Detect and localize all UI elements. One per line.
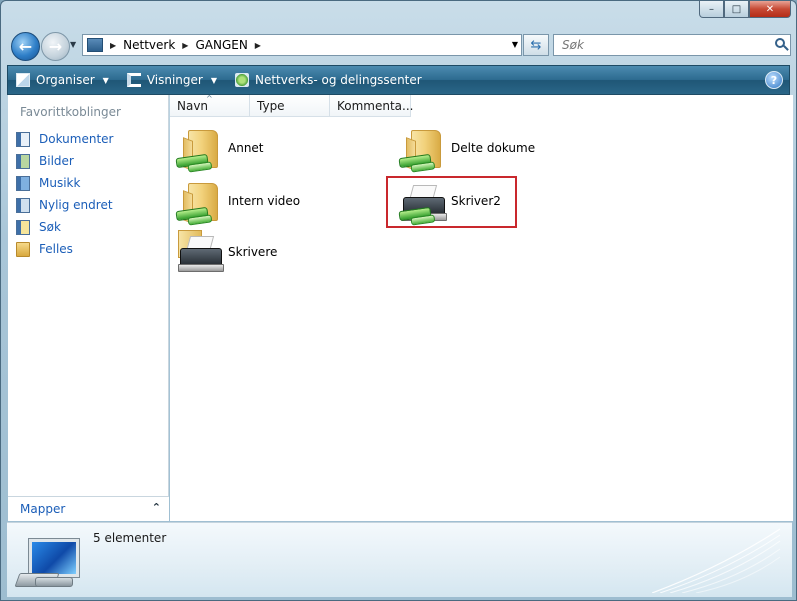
nav-item-label: Bilder [39, 154, 74, 168]
organize-label: Organiser [36, 73, 95, 87]
breadcrumb-separator-icon[interactable]: ▶ [110, 41, 116, 50]
dropdown-caret-icon: ▼ [210, 75, 217, 85]
navigation-pane: Favorittkoblinger Dokumenter Bilder Musi… [8, 95, 169, 521]
column-headers: ^ Navn Type Kommenta... [170, 94, 414, 117]
item-label: Delte dokume [451, 141, 536, 155]
column-header-name[interactable]: ^ Navn [170, 94, 250, 117]
list-item[interactable]: Skrivere [174, 226, 277, 278]
favorite-links-list: Dokumenter Bilder Musikk Nylig endret Sø… [16, 128, 113, 260]
column-header-comment[interactable]: Kommenta... [330, 95, 414, 117]
breadcrumb-separator-icon[interactable]: ▶ [182, 41, 188, 50]
nav-item-public[interactable]: Felles [16, 238, 113, 260]
network-center-button[interactable]: Nettverks- og delingssenter [227, 66, 432, 94]
shared-folder-icon [174, 124, 222, 172]
navigation-row: ← → ▼ ▶ Nettverk ▶ GANGEN ▶ ▼ ⇆ [9, 29, 791, 63]
item-count: 5 elementer [93, 531, 167, 545]
refresh-button[interactable]: ⇆ [523, 34, 549, 56]
printers-folder-icon [174, 228, 224, 276]
nav-item-label: Dokumenter [39, 132, 114, 146]
column-header-label: Navn [177, 98, 209, 113]
search-icon[interactable] [775, 38, 785, 48]
close-button[interactable]: ✕ [749, 1, 791, 18]
nav-item-label: Musikk [39, 176, 81, 190]
nav-item-searches[interactable]: Søk [16, 216, 113, 238]
recently-changed-icon [16, 197, 30, 213]
shared-folder-icon [397, 124, 445, 172]
nav-item-documents[interactable]: Dokumenter [16, 128, 113, 150]
forward-button[interactable]: → [41, 32, 70, 61]
searches-icon [16, 219, 30, 235]
dropdown-caret-icon: ▼ [102, 75, 109, 85]
breadcrumb-nettverk[interactable]: Nettverk [123, 38, 175, 52]
network-sharing-center-icon [234, 73, 249, 87]
file-list: ^ Navn Type Kommenta... Annet Delte doku… [170, 94, 793, 521]
network-center-label: Nettverks- og delingssenter [254, 73, 422, 87]
views-icon [126, 73, 141, 87]
network-location-icon [87, 38, 103, 52]
list-item-selected[interactable]: Skriver2 [397, 175, 501, 227]
organize-button[interactable]: Organiser ▼ [8, 66, 119, 94]
public-folder-icon [16, 241, 30, 257]
views-button[interactable]: Visninger ▼ [119, 66, 227, 94]
shared-folder-icon [174, 177, 222, 225]
maximize-button[interactable]: □ [724, 1, 749, 18]
documents-icon [16, 131, 30, 147]
forward-arrow-icon: → [48, 37, 63, 56]
chevron-up-icon: ⌃ [151, 501, 161, 514]
folders-label: Mapper [20, 502, 66, 516]
nav-item-pictures[interactable]: Bilder [16, 150, 113, 172]
address-bar[interactable]: ▶ Nettverk ▶ GANGEN ▶ ▼ [82, 34, 522, 56]
nav-item-recently-changed[interactable]: Nylig endret [16, 194, 113, 216]
list-item[interactable]: Delte dokume [397, 122, 535, 174]
search-input[interactable] [560, 37, 764, 53]
column-header-label: Type [257, 98, 285, 113]
back-arrow-icon: ← [18, 37, 33, 56]
help-button[interactable]: ? [765, 71, 783, 89]
item-label: Annet [228, 141, 264, 155]
shared-printer-icon [397, 177, 447, 225]
item-label: Skriver2 [451, 194, 501, 208]
search-box[interactable] [553, 34, 791, 56]
organize-icon [16, 73, 30, 87]
caption-buttons: – □ ✕ [699, 1, 791, 18]
nav-item-label: Felles [39, 242, 73, 256]
nav-item-label: Søk [39, 220, 61, 234]
refresh-icon: ⇆ [530, 37, 542, 53]
music-icon [16, 175, 30, 191]
folders-toggle[interactable]: Mapper ⌃ [8, 496, 169, 521]
nav-item-music[interactable]: Musikk [16, 172, 113, 194]
details-pane: 5 elementer [7, 522, 792, 597]
item-label: Intern video [228, 194, 301, 208]
command-bar: Organiser ▼ Visninger ▼ Nettverks- og de… [7, 65, 790, 95]
address-dropdown-icon[interactable]: ▼ [512, 40, 518, 49]
list-item[interactable]: Annet [174, 122, 264, 174]
decorative-swoosh-icon [652, 528, 781, 593]
column-header-label: Kommenta... [337, 98, 414, 113]
recent-pages-button[interactable]: ▼ [70, 40, 76, 49]
sort-ascending-icon: ^ [206, 94, 213, 103]
list-item[interactable]: Intern video [174, 175, 300, 227]
minimize-button[interactable]: – [699, 1, 724, 18]
nav-item-label: Nylig endret [39, 198, 113, 212]
computer-icon [14, 535, 79, 589]
breadcrumb-separator-icon[interactable]: ▶ [255, 41, 261, 50]
back-button[interactable]: ← [11, 32, 40, 61]
breadcrumb-gangen[interactable]: GANGEN [195, 38, 247, 52]
item-label: Skrivere [228, 245, 278, 259]
pictures-icon [16, 153, 30, 169]
favorite-links-heading: Favorittkoblinger [20, 105, 121, 119]
views-label: Visninger [146, 73, 203, 87]
explorer-window: – □ ✕ ← → ▼ ▶ Nettverk ▶ GANGEN ▶ ▼ ⇆ Or… [0, 0, 797, 601]
column-header-type[interactable]: Type [250, 95, 330, 117]
